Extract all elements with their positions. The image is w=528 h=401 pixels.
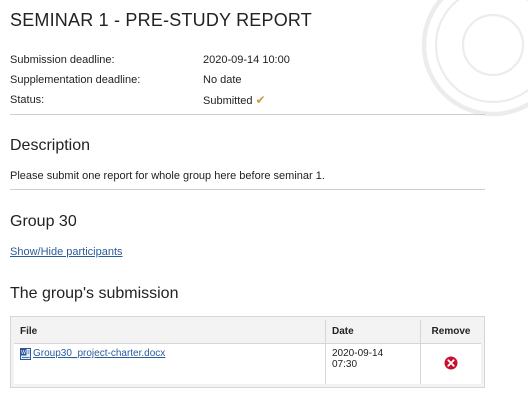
word-document-icon: W xyxy=(20,348,31,360)
page-title: SEMINAR 1 - PRE-STUDY REPORT xyxy=(10,10,312,30)
table-header-row: File Date Remove xyxy=(14,320,481,344)
page: SEMINAR 1 - PRE-STUDY REPORT Submission … xyxy=(0,0,528,401)
description-heading: Description xyxy=(10,137,91,154)
date-cell: 2020-09-14 07:30 xyxy=(325,343,421,384)
supplementation-deadline-label: Supplementation deadline: xyxy=(10,74,141,86)
submission-table-wrap: File Date Remove W Group30_project-chart… xyxy=(10,316,485,388)
table-row: W Group30_project-charter.docx 2020-09-1… xyxy=(14,343,482,385)
column-header-remove: Remove xyxy=(420,320,481,344)
remove-cell xyxy=(421,344,482,385)
status-value: Submitted xyxy=(203,95,253,107)
submission-deadline-label: Submission deadline: xyxy=(10,54,115,66)
submission-table: File Date Remove W Group30_project-chart… xyxy=(14,320,481,384)
date-line-1: 2020-09-14 xyxy=(332,348,384,359)
file-cell: W Group30_project-charter.docx xyxy=(14,343,326,384)
divider xyxy=(10,189,485,190)
assignment-meta: Submission deadline: 2020-09-14 10:00 Su… xyxy=(10,50,485,110)
date-line-2: 07:30 xyxy=(332,359,358,370)
show-hide-participants-link[interactable]: Show/Hide participants xyxy=(10,246,123,258)
status-label: Status: xyxy=(10,94,45,106)
submission-deadline-value: 2020-09-14 10:00 xyxy=(203,54,290,66)
submitted-file-link[interactable]: Group30_project-charter.docx xyxy=(33,348,165,359)
svg-text:W: W xyxy=(21,350,26,356)
supplementation-deadline-value: No date xyxy=(203,74,242,86)
submission-heading: The group's submission xyxy=(10,285,179,302)
submission-deadline-row: Submission deadline: 2020-09-14 10:00 xyxy=(10,50,485,70)
column-header-file: File xyxy=(14,320,326,344)
supplementation-deadline-row: Supplementation deadline: No date xyxy=(10,70,485,90)
remove-icon[interactable] xyxy=(444,356,458,370)
description-text: Please submit one report for whole group… xyxy=(10,170,325,182)
group-heading: Group 30 xyxy=(10,213,77,230)
column-header-date: Date xyxy=(325,320,421,344)
checkmark-icon: ✔ xyxy=(255,93,266,107)
status-row: Status: Submitted ✔ xyxy=(10,90,485,110)
divider xyxy=(10,114,485,115)
status-value-wrap: Submitted ✔ xyxy=(203,90,485,110)
